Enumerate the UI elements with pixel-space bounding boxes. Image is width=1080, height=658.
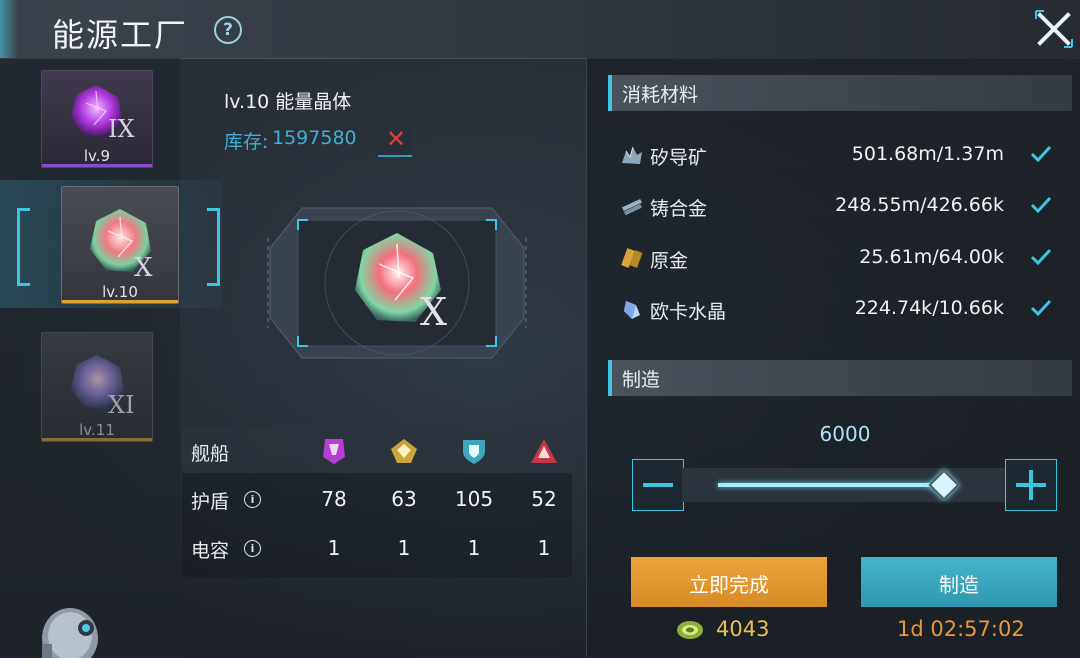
ore-icon	[622, 146, 642, 164]
material-name: 欧卡水晶	[650, 301, 727, 323]
question-circle-icon[interactable]: ?	[214, 16, 242, 44]
quantity-slider[interactable]	[682, 468, 1005, 502]
shield-value-1: 78	[321, 487, 347, 511]
crystal-card-lv9[interactable]: IX lv.9	[41, 70, 153, 168]
manufacture-header: 制造	[608, 360, 1072, 396]
alloy-icon	[622, 198, 642, 216]
red-ship-icon	[531, 439, 557, 463]
crystal-card-lv11[interactable]: XI lv.11	[41, 332, 153, 442]
build-button[interactable]: 制造	[861, 557, 1057, 607]
material-amount: 25.61m/64.00k	[859, 246, 1004, 268]
shield-value-3: 105	[454, 487, 494, 511]
crystal-showcase: X	[262, 198, 532, 368]
slider-thumb[interactable]	[928, 469, 960, 501]
material-name: 原金	[650, 250, 689, 272]
material-row: 矽导矿 501.68m/1.37m	[618, 137, 1068, 177]
instant-complete-button[interactable]: 立即完成	[631, 557, 827, 607]
minus-icon	[643, 483, 673, 487]
level-numeral: IX	[108, 115, 135, 143]
material-amount: 501.68m/1.37m	[851, 143, 1004, 165]
material-name: 铸合金	[650, 198, 708, 220]
crystal-level-label: lv.9	[83, 147, 111, 165]
assistant-robot-icon[interactable]	[34, 598, 106, 658]
stock-value: 1597580	[272, 127, 357, 149]
item-name: lv.10 能量晶体	[224, 91, 352, 113]
crystal-level-label: lv.11	[79, 421, 115, 439]
shield-value-4: 52	[531, 487, 557, 511]
stats-header-row	[182, 427, 572, 473]
info-icon[interactable]: i	[244, 540, 261, 557]
capacitor-value-4: 1	[537, 536, 551, 560]
capacitor-value-1: 1	[327, 536, 341, 560]
increase-button[interactable]	[1005, 459, 1057, 511]
close-x-icon[interactable]	[1034, 9, 1074, 49]
rarity-bar	[42, 438, 152, 441]
decrease-button[interactable]	[632, 459, 684, 511]
slider-fill	[718, 483, 942, 487]
blue-shield-ship-icon	[463, 440, 485, 464]
info-icon[interactable]: i	[244, 491, 261, 508]
material-row: 原金 25.61m/64.00k	[618, 240, 1068, 280]
page-title: 能源工厂	[52, 16, 189, 54]
quantity-value: 6000	[819, 422, 871, 446]
rarity-bar	[42, 164, 152, 167]
manufacture-heading: 制造	[622, 369, 661, 391]
showcase-numeral: X	[420, 290, 448, 334]
stock-label: 库存:	[224, 131, 269, 153]
check-icon	[1030, 145, 1052, 163]
capacitor-label: 电容	[191, 540, 230, 562]
capacitor-value-2: 1	[397, 536, 411, 560]
selection-bracket-left	[17, 208, 30, 286]
check-icon	[1030, 299, 1052, 317]
ship-label: 舰船	[191, 443, 230, 465]
material-amount: 248.55m/426.66k	[835, 194, 1004, 216]
header-accent	[0, 0, 18, 58]
gold-bar-icon	[621, 248, 643, 268]
rarity-bar	[62, 300, 178, 303]
crystal-level-label: lv.10	[102, 283, 138, 301]
material-row: 铸合金 248.55m/426.66k	[618, 188, 1068, 228]
header-bar: 能源工厂 ?	[0, 0, 1080, 59]
crystal-icon	[624, 301, 640, 319]
level-numeral: XI	[108, 391, 135, 419]
capacitor-value-3: 1	[467, 536, 481, 560]
selection-bracket-right	[207, 208, 220, 286]
materials-header: 消耗材料	[608, 75, 1072, 111]
gold-ship-icon	[391, 439, 417, 463]
crystal-card-lv10[interactable]: X lv.10	[61, 186, 179, 304]
shield-value-2: 63	[391, 487, 417, 511]
shield-label: 护盾	[191, 491, 230, 513]
build-timer: 1d 02:57:02	[897, 617, 1025, 641]
material-row: 欧卡水晶 224.74k/10.66k	[618, 291, 1068, 331]
clear-stock-button[interactable]: ✕	[378, 123, 412, 157]
material-name: 矽导矿	[650, 147, 708, 169]
material-amount: 224.74k/10.66k	[854, 297, 1004, 319]
check-icon	[1030, 196, 1052, 214]
check-icon	[1030, 248, 1052, 266]
materials-heading: 消耗材料	[622, 84, 699, 106]
instant-complete-label: 立即完成	[689, 573, 769, 597]
plus-icon	[1016, 470, 1046, 500]
level-numeral: X	[134, 253, 153, 283]
build-label: 制造	[939, 573, 979, 597]
coin-icon	[677, 621, 703, 639]
ship-stats-table: 舰船 护盾 i 78 63 105 52 电容 i 1 1 1 1	[182, 427, 572, 577]
purple-ship-icon	[323, 439, 345, 464]
instant-cost: 4043	[716, 617, 770, 641]
